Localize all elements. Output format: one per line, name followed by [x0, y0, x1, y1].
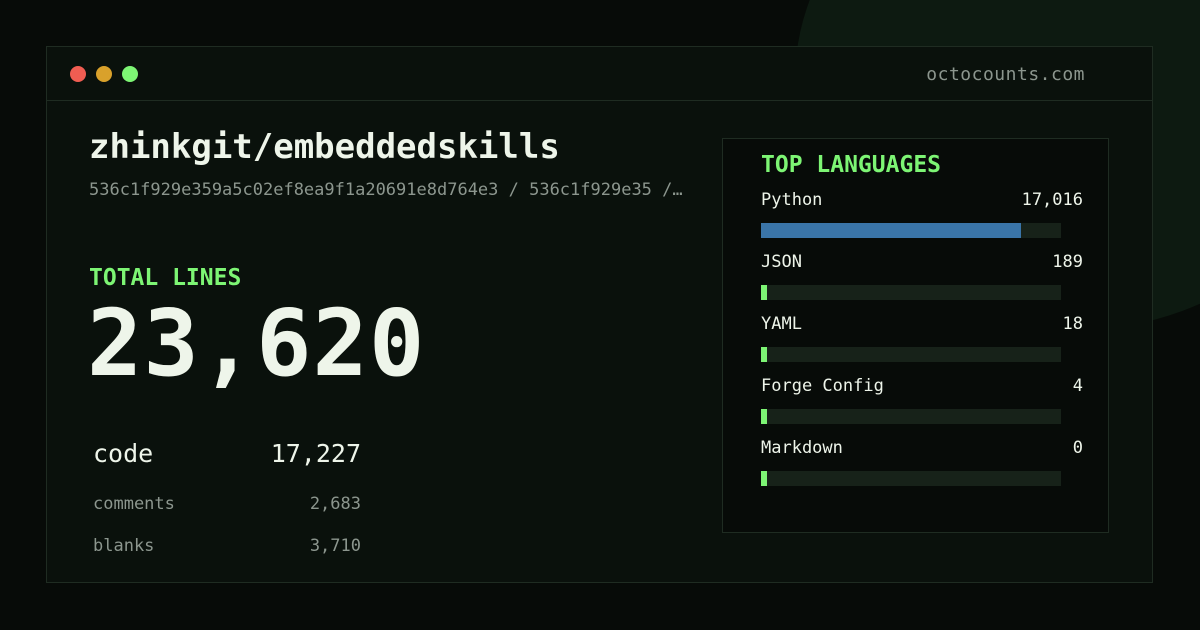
- site-name: octocounts.com: [926, 64, 1085, 85]
- window-titlebar: octocounts.com: [47, 47, 1152, 101]
- total-lines-label: TOTAL LINES: [89, 265, 242, 291]
- language-row-python: Python 17,016: [761, 190, 1083, 238]
- minimize-dot-icon: [96, 66, 112, 82]
- language-bar-fill: [761, 223, 1021, 238]
- language-row-json: JSON 189: [761, 252, 1083, 300]
- repo-title: zhinkgit/embeddedskills: [89, 127, 560, 167]
- commit-hash: 536c1f929e359a5c02ef8ea9f1a20691e8d764e3…: [89, 180, 683, 200]
- stat-label: comments: [93, 494, 175, 514]
- share-card: octocounts.com zhinkgit/embeddedskills 5…: [0, 0, 1200, 630]
- language-count: 189: [1052, 252, 1083, 272]
- language-name: Forge Config: [761, 376, 884, 396]
- language-name: JSON: [761, 252, 802, 272]
- language-count: 0: [1072, 438, 1083, 458]
- language-bar-fill: [761, 409, 767, 424]
- language-bar-fill: [761, 285, 767, 300]
- close-dot-icon: [70, 66, 86, 82]
- language-count: 4: [1072, 376, 1083, 396]
- terminal-window: octocounts.com zhinkgit/embeddedskills 5…: [46, 46, 1153, 583]
- language-count: 17,016: [1021, 190, 1083, 210]
- language-bar-track: [761, 347, 1061, 362]
- language-bar-track: [761, 223, 1061, 238]
- language-bar-fill: [761, 347, 767, 362]
- language-name: Markdown: [761, 438, 843, 458]
- maximize-dot-icon: [122, 66, 138, 82]
- language-bar-track: [761, 471, 1061, 486]
- language-count: 18: [1062, 314, 1083, 334]
- top-languages-heading: TOP LANGUAGES: [761, 152, 942, 178]
- language-row-forge-config: Forge Config 4: [761, 376, 1083, 424]
- stat-value: 2,683: [309, 494, 361, 514]
- language-row-markdown: Markdown 0: [761, 438, 1083, 486]
- language-name: YAML: [761, 314, 802, 334]
- stat-value: 17,227: [270, 439, 361, 468]
- stat-label: code: [93, 439, 154, 468]
- stat-value: 3,710: [309, 536, 361, 556]
- language-bar-track: [761, 285, 1061, 300]
- language-row-yaml: YAML 18: [761, 314, 1083, 362]
- total-lines-value: 23,620: [87, 290, 426, 397]
- top-languages-panel: TOP LANGUAGES Python 17,016 JSON 189 YAM…: [722, 138, 1109, 533]
- language-name: Python: [761, 190, 823, 210]
- language-bar-fill: [761, 471, 767, 486]
- stat-label: blanks: [93, 536, 155, 556]
- language-bar-track: [761, 409, 1061, 424]
